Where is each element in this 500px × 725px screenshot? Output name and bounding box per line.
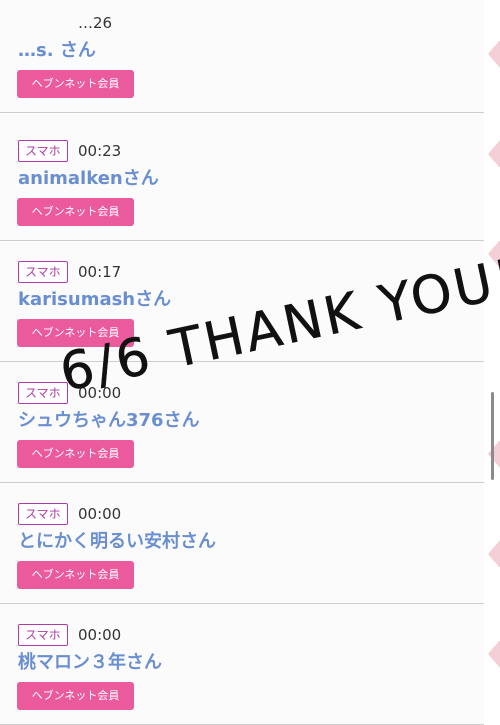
visit-time: 00:23: [78, 142, 122, 160]
list-item[interactable]: スマホ 00:23 animalkenさん ヘブンネット会員: [0, 121, 484, 241]
visit-time: 00:00: [78, 505, 122, 523]
device-badge: スマホ: [18, 382, 68, 404]
decorative-edge: [484, 0, 500, 725]
list-item[interactable]: スマホ 00:00 とにかく明るい安村さん ヘブンネット会員: [0, 484, 484, 604]
device-badge: スマホ: [18, 503, 68, 525]
device-badge: スマホ: [18, 261, 68, 283]
member-badge-button[interactable]: ヘブンネット会員: [17, 70, 134, 98]
visitor-name[interactable]: …s. さん: [18, 39, 96, 63]
list-item[interactable]: スマホ 00:00 桃マロン３年さん ヘブンネット会員: [0, 605, 484, 725]
visitor-name[interactable]: シュウちゃん376さん: [18, 409, 200, 433]
visit-time: 00:00: [78, 626, 122, 644]
list-item[interactable]: …26 …s. さん ヘブンネット会員: [0, 0, 484, 113]
visit-time: …26: [78, 14, 113, 32]
redacted-area: [18, 13, 66, 31]
member-badge-button[interactable]: ヘブンネット会員: [17, 561, 134, 589]
device-badge: スマホ: [18, 140, 68, 162]
device-badge: スマホ: [18, 624, 68, 646]
visitor-name[interactable]: とにかく明るい安村さん: [18, 530, 216, 554]
visitor-name[interactable]: 桃マロン３年さん: [18, 651, 162, 675]
member-badge-button[interactable]: ヘブンネット会員: [17, 682, 134, 710]
scrollbar-thumb[interactable]: [491, 392, 494, 480]
visitor-name[interactable]: karisumashさん: [18, 288, 171, 312]
visitor-name[interactable]: animalkenさん: [18, 167, 159, 191]
visit-time: 00:17: [78, 263, 122, 281]
member-badge-button[interactable]: ヘブンネット会員: [17, 440, 134, 468]
member-badge-button[interactable]: ヘブンネット会員: [17, 198, 134, 226]
